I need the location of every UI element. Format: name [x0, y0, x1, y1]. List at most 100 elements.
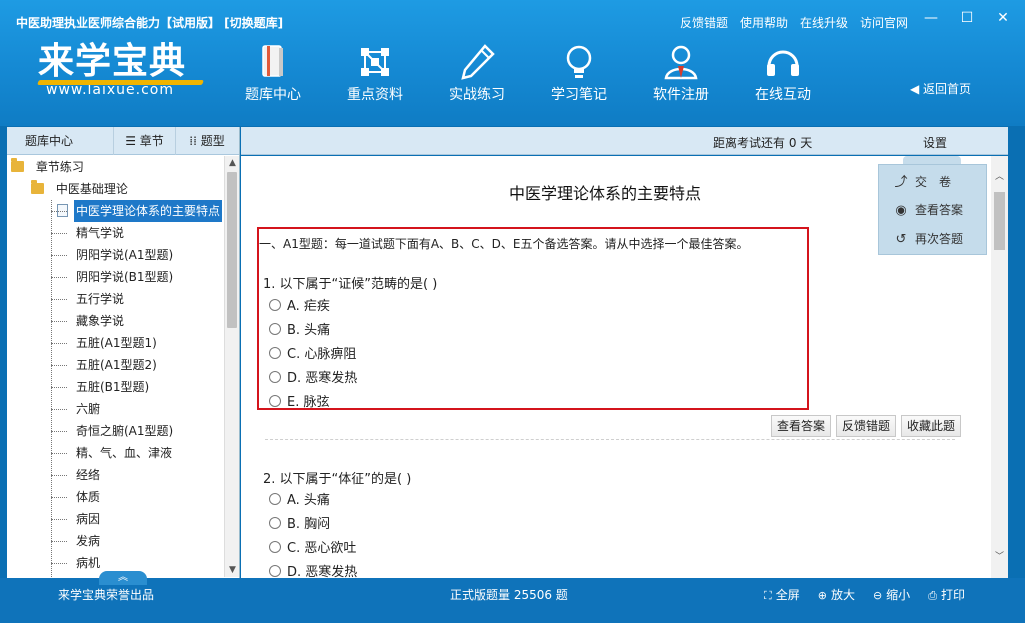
radio-icon[interactable] — [269, 541, 281, 553]
sidebar-item-chapter[interactable]: 五脏(A1型题1) — [7, 332, 225, 354]
scrollbar-thumb[interactable] — [994, 192, 1005, 250]
sidebar-item-chapter[interactable]: 精、气、血、津液 — [7, 442, 225, 464]
sidebar-tabs: 题库中心 ☰ 章节 ⁞⁞ 题型 — [7, 127, 239, 155]
upgrade-link[interactable]: 在线升级 — [800, 14, 848, 31]
sidebar-item-chapter[interactable]: 阴阳学说(A1型题) — [7, 244, 225, 266]
website-link[interactable]: 访问官网 — [860, 14, 908, 31]
logo-text: 来学宝典 — [38, 41, 187, 82]
nav-notes[interactable]: 学习笔记 — [528, 42, 630, 108]
tree-branch-line — [51, 387, 67, 388]
tree-branch-line — [51, 365, 67, 366]
sidebar-item-chapter[interactable]: 五脏(A1型题2) — [7, 354, 225, 376]
favorite-button[interactable]: 收藏此题 — [901, 415, 962, 437]
submit-exam-button[interactable]: ⤴ 交 卷 — [893, 171, 951, 193]
scroll-up-icon[interactable]: ︿ — [991, 170, 1008, 184]
tab-chapter[interactable]: ☰ 章节 — [113, 127, 175, 155]
tab-question-type[interactable]: ⁞⁞ 题型 — [175, 127, 238, 155]
top-links: 反馈错题 使用帮助 在线升级 访问官网 — [680, 14, 908, 31]
main-nav: 题库中心 重点资料 实战练习 学习笔记 软件注册 在线互动 — [222, 42, 834, 108]
back-home-label: 返回首页 — [923, 82, 972, 96]
collapse-handle[interactable]: ︽ — [99, 571, 147, 585]
nav-label: 重点资料 — [347, 87, 403, 103]
tree-branch-line — [51, 211, 67, 212]
zoom-out-label: 缩小 — [886, 588, 911, 602]
sidebar-scrollbar[interactable]: ▲ ▼ — [224, 156, 239, 577]
tree-items: 中医学理论体系的主要特点 精气学说 阴阳学说(A1型题) 阴阳学说(B1型题) 五行学说… — [7, 200, 225, 574]
report-error-button[interactable]: 反馈错题 — [836, 415, 897, 437]
sidebar-item-label: 五脏(A1型题2) — [76, 358, 157, 372]
option-label: A. 疟疾 — [287, 299, 330, 314]
sidebar-item-chapter[interactable]: 经络 — [7, 464, 225, 486]
tree-folder[interactable]: 中医基础理论 — [7, 178, 225, 200]
tree-branch-line — [51, 299, 67, 300]
print-button[interactable]: ⎙ 打印 — [928, 586, 965, 603]
nav-key-materials[interactable]: 重点资料 — [324, 42, 426, 108]
tab-question-center[interactable]: 题库中心 — [7, 127, 113, 155]
scroll-up-icon[interactable]: ▲ — [225, 156, 240, 170]
q2-option-b[interactable]: B. 胸闷 — [269, 515, 330, 535]
tree-folder-label: 中医基础理论 — [55, 182, 128, 196]
back-home-button[interactable]: ◀ 返回首页 — [910, 80, 971, 97]
radio-icon[interactable] — [269, 517, 281, 529]
sidebar-item-chapter[interactable]: 藏象学说 — [7, 310, 225, 332]
option-label: A. 头痛 — [287, 493, 330, 508]
feedback-link[interactable]: 反馈错题 — [680, 14, 728, 31]
radio-icon[interactable] — [269, 347, 281, 359]
back-arrow-icon: ◀ — [910, 82, 924, 96]
scroll-down-icon[interactable]: ▼ — [225, 563, 240, 577]
zoom-out-button[interactable]: ⊖ 缩小 — [873, 586, 910, 603]
tree-root-label: 章节练习 — [35, 160, 84, 174]
view-answers-label: 查看答案 — [915, 203, 964, 217]
radio-icon[interactable] — [269, 323, 281, 335]
q1-option-e[interactable]: E. 脉弦 — [269, 393, 329, 413]
scroll-down-icon[interactable]: ﹀ — [991, 550, 1008, 564]
radio-icon[interactable] — [269, 395, 281, 407]
fullscreen-button[interactable]: ⛶ 全屏 — [764, 586, 800, 603]
option-label: C. 心脉痹阻 — [287, 347, 357, 362]
q1-option-c[interactable]: C. 心脉痹阻 — [269, 345, 356, 365]
radio-icon[interactable] — [269, 371, 281, 383]
q2-option-a[interactable]: A. 头痛 — [269, 491, 330, 511]
zoom-in-button[interactable]: ⊕ 放大 — [818, 586, 855, 603]
minimize-icon[interactable]: — — [923, 10, 939, 26]
nav-online[interactable]: 在线互动 — [732, 42, 834, 108]
grid-icon: ⁞⁞ — [189, 134, 201, 148]
q1-option-b[interactable]: B. 头痛 — [269, 321, 330, 341]
radio-icon[interactable] — [269, 493, 281, 505]
scrollbar-thumb[interactable] — [227, 172, 237, 328]
sidebar-item-chapter[interactable]: 五脏(B1型题) — [7, 376, 225, 398]
retry-button[interactable]: ↺ 再次答题 — [893, 228, 963, 250]
info-strip: 距离考试还有 0 天 设置 — [241, 127, 1008, 155]
sidebar-item-chapter[interactable]: 六腑 — [7, 398, 225, 420]
sidebar-item-chapter[interactable]: 体质 — [7, 486, 225, 508]
q2-option-d[interactable]: D. 恶寒发热 — [269, 563, 357, 578]
sidebar-item-chapter[interactable]: 阴阳学说(B1型题) — [7, 266, 225, 288]
q1-option-a[interactable]: A. 疟疾 — [269, 297, 330, 317]
sidebar-item-chapter[interactable]: 中医学理论体系的主要特点 — [7, 200, 225, 222]
view-answer-button[interactable]: 查看答案 — [771, 415, 832, 437]
sidebar-item-chapter[interactable]: 发病 — [7, 530, 225, 552]
nav-label: 软件注册 — [653, 87, 709, 103]
sidebar-item-chapter[interactable]: 五行学说 — [7, 288, 225, 310]
tree-branch-line — [51, 277, 67, 278]
sidebar-item-chapter[interactable]: 病因 — [7, 508, 225, 530]
help-link[interactable]: 使用帮助 — [740, 14, 788, 31]
q1-option-d[interactable]: D. 恶寒发热 — [269, 369, 357, 389]
radio-icon[interactable] — [269, 565, 281, 577]
maximize-icon[interactable]: ☐ — [959, 10, 975, 26]
main-scrollbar[interactable]: ︿ ﹀ — [991, 156, 1008, 578]
radio-icon[interactable] — [269, 299, 281, 311]
nav-practice[interactable]: 实战练习 — [426, 42, 528, 108]
sidebar-item-chapter[interactable]: 奇恒之腑(A1型题) — [7, 420, 225, 442]
view-all-answers-button[interactable]: ◉ 查看答案 — [893, 199, 963, 221]
nav-register[interactable]: 软件注册 — [630, 42, 732, 108]
tree-root[interactable]: 章节练习 — [7, 156, 225, 178]
tree-branch-line — [51, 321, 67, 322]
close-icon[interactable]: ✕ — [995, 10, 1011, 26]
sidebar-item-chapter[interactable]: 精气学说 — [7, 222, 225, 244]
settings-button[interactable]: 设置 — [923, 134, 947, 151]
nav-question-bank[interactable]: 题库中心 — [222, 42, 324, 108]
q2-option-c[interactable]: C. 恶心欲吐 — [269, 539, 356, 559]
sidebar-item-label: 五脏(B1型题) — [76, 380, 150, 394]
tree-branch-line — [51, 233, 67, 234]
